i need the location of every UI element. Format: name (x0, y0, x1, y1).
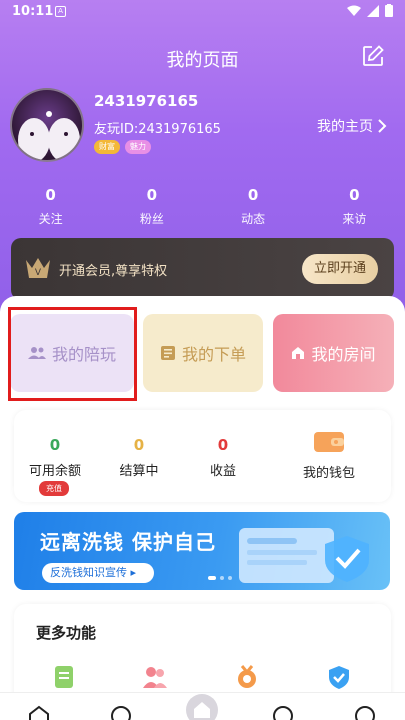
vip-crown-icon: V (26, 258, 50, 278)
charm-badge: 魅力 (125, 140, 151, 154)
banner-title: 远离洗钱 保护自己 (40, 530, 216, 554)
income-label: 收益 (209, 464, 236, 479)
stat-label: 动态 (241, 212, 266, 226)
stat-value: 0 (247, 186, 259, 204)
page-title: 我的页面 (166, 50, 239, 71)
medal-icon[interactable] (234, 664, 260, 690)
my-homepage-link[interactable]: 我的主页 (317, 116, 387, 136)
banner-subtitle-text: 反洗钱知识宣传 (50, 566, 127, 579)
profile-nav-icon[interactable] (354, 705, 376, 720)
selection-highlight (8, 307, 137, 401)
banner-subtitle: 反洗钱知识宣传 ▸ (42, 563, 155, 583)
edit-icon[interactable] (361, 44, 385, 68)
wallet-icon (314, 432, 344, 452)
wealth-badge: 财富 (94, 140, 120, 154)
user-badges: 财富 魅力 (94, 140, 151, 154)
my-room-label: 我的房间 (311, 345, 376, 364)
banner-illustration (239, 528, 369, 583)
balance-label: 可用余额 (28, 464, 81, 479)
stat-value: 0 (146, 186, 158, 204)
users-group-icon[interactable] (142, 664, 168, 690)
username: 2431976165 (94, 92, 199, 110)
more-functions-title: 更多功能 (36, 624, 97, 642)
my-orders-card[interactable]: 我的下单 (143, 314, 263, 392)
report-icon[interactable] (52, 664, 78, 690)
message-nav-icon[interactable] (272, 705, 294, 720)
center-nav-button[interactable] (186, 694, 218, 720)
balance-item[interactable]: 0 可用余额 (20, 436, 90, 479)
status-time: 10:11 (12, 4, 54, 19)
stat-label: 关注 (38, 212, 63, 226)
center-home-icon (194, 702, 210, 718)
order-icon (160, 346, 175, 360)
wallet-section: 0 可用余额 0 结算中 0 收益 我的钱包 (14, 410, 391, 502)
home-nav-icon[interactable] (28, 705, 50, 720)
pagination-dot (220, 576, 224, 580)
income-item[interactable]: 0 收益 (188, 436, 258, 479)
stat-value: 0 (45, 186, 56, 204)
settling-label: 结算中 (119, 464, 159, 479)
svg-text:V: V (35, 268, 42, 278)
my-orders-label: 我的下单 (181, 345, 246, 364)
vip-banner[interactable]: V 开通会员,尊享特权 立即开通 (11, 238, 394, 300)
settling-item[interactable]: 0 结算中 (104, 436, 174, 479)
stat-label: 粉丝 (139, 212, 164, 226)
stat-value: 0 (349, 186, 360, 204)
my-wallet-item[interactable]: 我的钱包 (284, 430, 374, 481)
signal-icon (367, 4, 379, 17)
battery-icon (385, 4, 393, 17)
banner-pagination (208, 576, 232, 580)
stat-label: 来访 (342, 212, 367, 226)
chevron-right-icon (378, 119, 387, 133)
stat-posts[interactable]: 0 动态 (203, 186, 304, 227)
stat-fans[interactable]: 0 粉丝 (101, 186, 202, 227)
user-id: 友玩ID:2431976165 (94, 122, 221, 137)
shield-check-icon[interactable] (326, 664, 352, 690)
balance-value: 0 (49, 436, 61, 454)
homepage-link-label: 我的主页 (317, 119, 373, 135)
my-room-card[interactable]: 我的房间 (273, 314, 394, 392)
notification-app-icon: A (55, 6, 66, 17)
settling-value: 0 (133, 436, 145, 454)
activate-vip-button[interactable]: 立即开通 (302, 254, 378, 284)
home-icon (292, 347, 305, 359)
discover-nav-icon[interactable] (110, 705, 132, 720)
avatar[interactable] (10, 88, 84, 162)
status-icons (347, 4, 393, 17)
my-wallet-label: 我的钱包 (302, 466, 355, 481)
pagination-dot (228, 576, 232, 580)
stat-visitors[interactable]: 0 来访 (304, 186, 405, 227)
anti-money-laundering-banner[interactable]: 远离洗钱 保护自己 反洗钱知识宣传 ▸ (14, 512, 390, 590)
stat-following[interactable]: 0 关注 (0, 186, 101, 227)
profile-stats: 0 关注 0 粉丝 0 动态 0 来访 (0, 186, 405, 227)
status-bar: 10:11 A (0, 0, 405, 24)
vip-text: 开通会员,尊享特权 (59, 264, 168, 279)
income-value: 0 (217, 436, 229, 454)
wifi-icon (347, 5, 361, 16)
pagination-dot (208, 576, 216, 580)
recharge-button[interactable]: 充值 (39, 481, 69, 496)
